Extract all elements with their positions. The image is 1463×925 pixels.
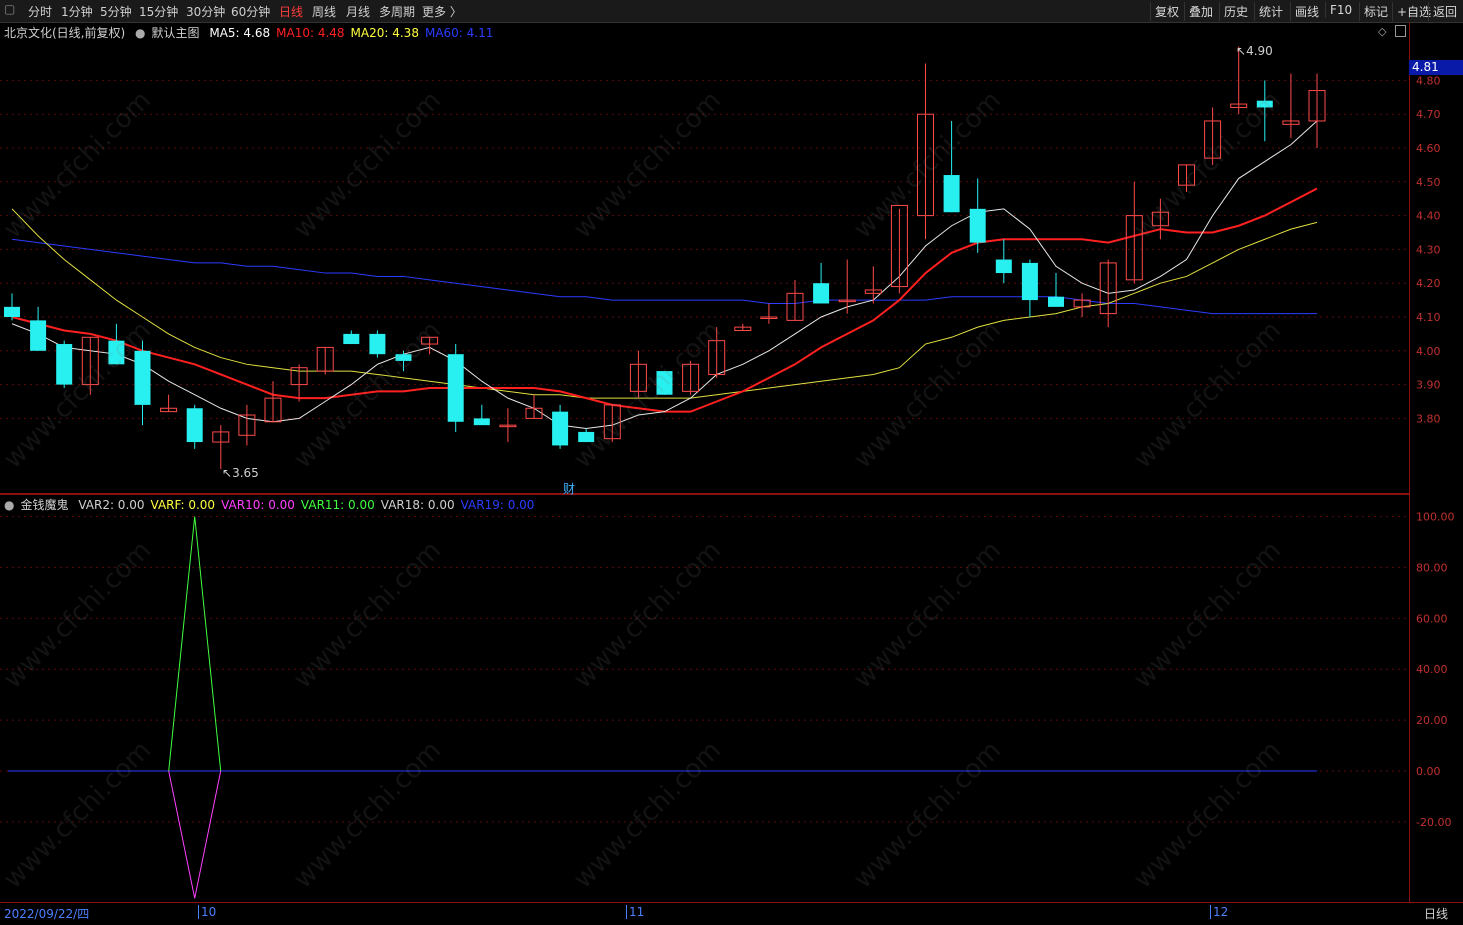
candle-body <box>447 354 464 422</box>
price-tick-label: 4.40 <box>1416 210 1441 223</box>
candle-body <box>369 333 386 355</box>
indicator-tick-label: 0.00 <box>1416 765 1441 778</box>
date-axis <box>0 902 1463 925</box>
month-label: 12 <box>1210 905 1228 919</box>
candle-body <box>1256 100 1273 108</box>
price-tick-label: 3.90 <box>1416 379 1441 392</box>
indicator-tick-label: 100.00 <box>1416 511 1455 524</box>
max-price-annotation: ↖4.90 <box>1236 44 1273 58</box>
indicator-spike-up <box>168 516 222 772</box>
indicator-spike-down <box>168 770 222 899</box>
candle-body <box>395 354 412 361</box>
candle-body <box>343 333 360 345</box>
max-price-value: 4.90 <box>1246 44 1273 58</box>
candle-body <box>30 320 47 351</box>
month-label: 10 <box>198 905 216 919</box>
candle-body <box>4 306 20 317</box>
price-tick-label: 3.80 <box>1416 412 1441 425</box>
price-tick-label: 4.80 <box>1416 74 1441 87</box>
candle-body <box>813 283 830 304</box>
price-tick-label: 4.30 <box>1416 243 1441 256</box>
price-tick-label: 4.70 <box>1416 108 1441 121</box>
candle-body <box>552 411 569 446</box>
financial-event-marker[interactable]: 财 <box>563 480 575 497</box>
candle-body <box>134 350 151 405</box>
candle-body <box>995 259 1012 274</box>
indicator-tick-label: 20.00 <box>1416 714 1448 727</box>
candle-body <box>1048 296 1064 307</box>
indicator-tick-label: 60.00 <box>1416 612 1448 625</box>
price-tick-label: 4.50 <box>1416 176 1441 189</box>
date-start-label: 2022/09/22/四 <box>4 907 90 921</box>
candle-body <box>473 418 490 426</box>
candle-body <box>943 175 960 213</box>
candle-body <box>969 208 986 243</box>
candle-body <box>56 344 73 385</box>
candle-body <box>656 371 673 395</box>
ma60-line <box>11 238 1317 315</box>
candlestick-chart: 4.80 4.70 4.60 4.50 4.40 4.30 4.20 4.10 4.00 3.90… <box>0 46 1455 899</box>
price-tick-label: 4.00 <box>1416 345 1441 358</box>
last-price-tag: 4.81 <box>1409 60 1463 75</box>
indicator-tick-label: -20.00 <box>1416 816 1451 829</box>
indicator-tick-label: 40.00 <box>1416 663 1448 676</box>
indicator-tick-label: 80.00 <box>1416 561 1448 574</box>
price-tick-label: 4.20 <box>1416 277 1441 290</box>
price-tick-label: 4.10 <box>1416 311 1441 324</box>
min-price-annotation: ↖3.65 <box>222 466 259 480</box>
candle-body <box>108 340 125 365</box>
candle-body <box>186 408 203 443</box>
month-label: 11 <box>626 905 644 919</box>
candle-body <box>1021 262 1038 301</box>
price-tick-label: 4.60 <box>1416 142 1441 155</box>
candle-body <box>578 431 595 443</box>
min-price-value: 3.65 <box>232 466 259 480</box>
period-badge[interactable]: 日线 <box>1424 905 1448 922</box>
